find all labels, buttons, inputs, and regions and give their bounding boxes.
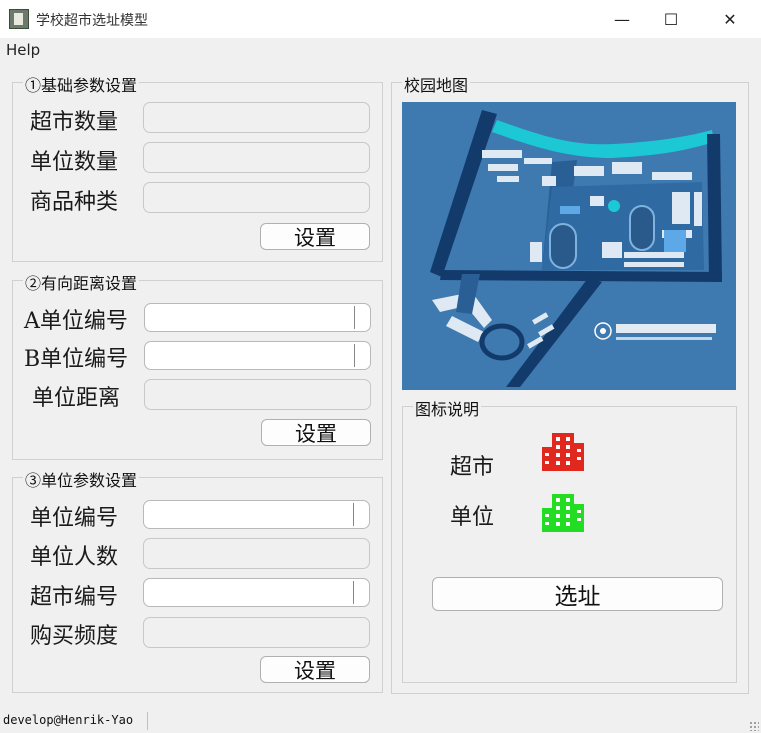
status-separator	[147, 712, 148, 730]
unit-a-label: A单位编号	[24, 309, 128, 334]
maximize-button[interactable]: ☐	[648, 0, 694, 38]
menu-bar: Help	[0, 38, 761, 62]
unit-people-label: 单位人数	[30, 545, 119, 570]
distance-title: ②有向距离设置	[23, 270, 140, 294]
window-title: 学校超市选址模型	[36, 13, 148, 29]
supermarket-building-icon	[542, 433, 584, 471]
campus-map-image	[402, 102, 736, 390]
unit-b-combo[interactable]	[144, 341, 371, 370]
unit-b-label: B单位编号	[24, 347, 129, 372]
unit-distance-field[interactable]	[144, 379, 371, 410]
basic-params-title: ①基础参数设置	[23, 72, 140, 96]
purchase-frequency-field[interactable]	[143, 617, 370, 648]
campus-map-title: 校园地图	[402, 72, 471, 96]
close-button[interactable]: ✕	[707, 0, 753, 38]
minimize-button[interactable]: —	[599, 0, 645, 38]
menu-help[interactable]: Help	[6, 41, 40, 59]
goods-types-field[interactable]	[143, 182, 370, 213]
legend-unit-label: 单位	[450, 505, 495, 530]
supermarket-id-label: 超市编号	[30, 585, 119, 610]
unit-people-field[interactable]	[143, 538, 370, 569]
unit-a-combo[interactable]	[144, 303, 371, 332]
resize-grip-icon[interactable]	[749, 721, 759, 731]
status-text: develop@Henrik-Yao	[3, 713, 134, 727]
unit-count-label: 单位数量	[30, 150, 119, 175]
app-icon	[9, 9, 29, 29]
basic-set-button[interactable]: 设置	[260, 223, 370, 250]
title-bar: 学校超市选址模型 — ☐ ✕	[0, 0, 761, 38]
status-bar: develop@Henrik-Yao	[0, 708, 761, 733]
supermarket-count-field[interactable]	[143, 102, 370, 133]
legend-title: 图标说明	[413, 396, 482, 420]
supermarket-count-label: 超市数量	[30, 110, 119, 135]
unit-params-title: ③单位参数设置	[23, 467, 140, 491]
unit-building-icon	[542, 494, 584, 532]
unit-count-field[interactable]	[143, 142, 370, 173]
unit-id-label: 单位编号	[30, 506, 119, 531]
purchase-frequency-label: 购买频度	[30, 624, 119, 649]
unit-distance-label: 单位距离	[32, 386, 121, 411]
unit-set-button[interactable]: 设置	[260, 656, 370, 683]
supermarket-id-combo[interactable]	[143, 578, 370, 607]
distance-set-button[interactable]: 设置	[261, 419, 371, 446]
goods-types-label: 商品种类	[30, 190, 119, 215]
unit-id-combo[interactable]	[143, 500, 370, 529]
legend-supermarket-label: 超市	[450, 455, 495, 480]
select-site-button[interactable]: 选址	[432, 577, 723, 611]
